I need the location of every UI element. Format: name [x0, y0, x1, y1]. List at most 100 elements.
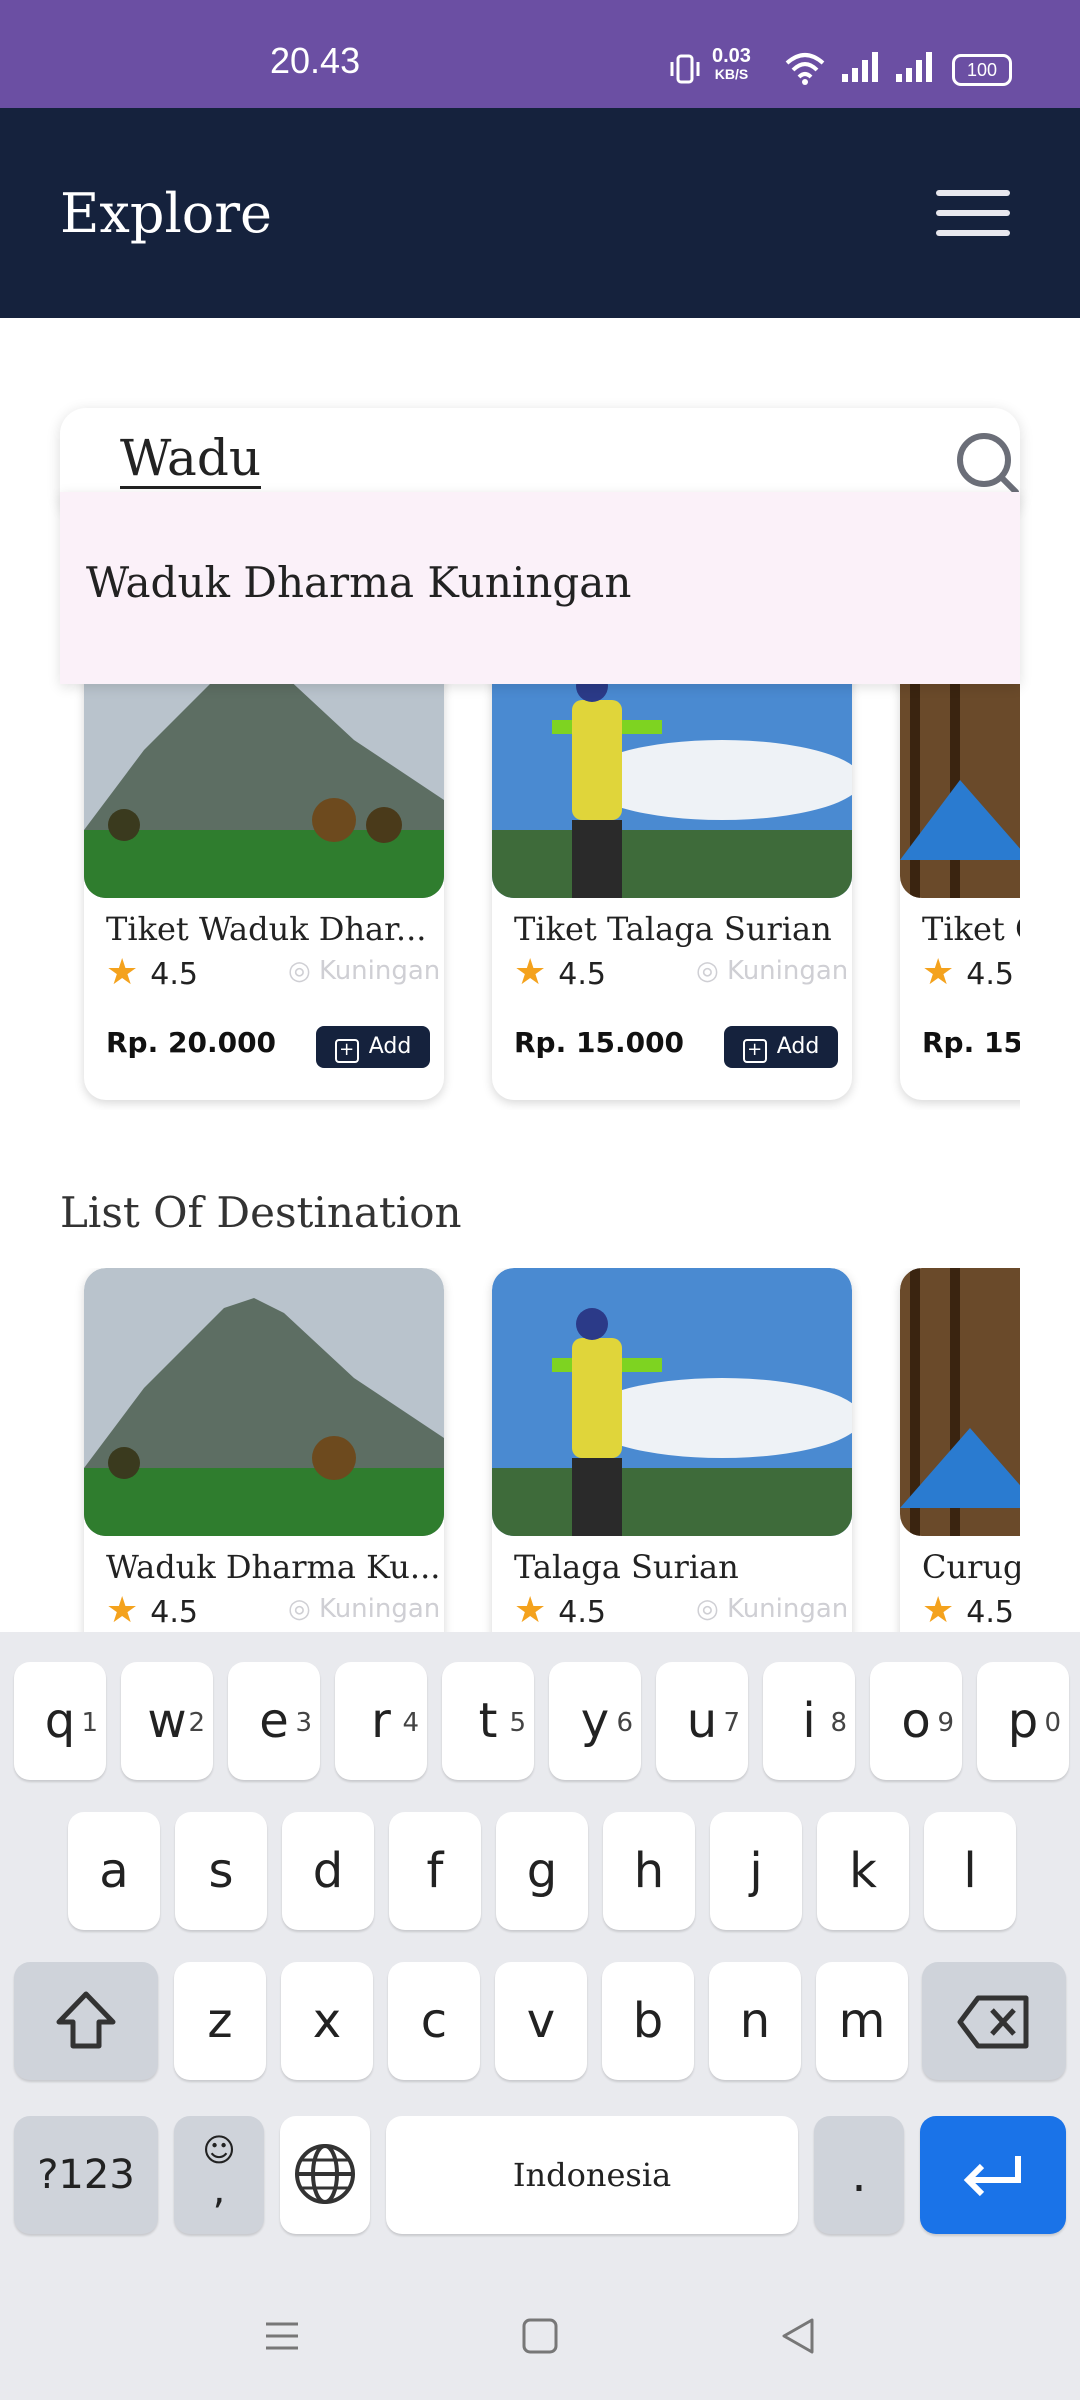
signal-icon-1 [842, 52, 878, 82]
suggestion-item[interactable]: Waduk Dharma Kuningan [86, 558, 631, 607]
network-speed-unit: KB/S [714, 66, 749, 82]
star-icon: ★ [514, 1590, 547, 1631]
destination-name: Waduk Dharma Ku... [106, 1548, 441, 1586]
backspace-key[interactable] [922, 1962, 1066, 2080]
destination-card[interactable]: Talaga Surian ★ 4.5 ◎ Kuningan [492, 1268, 852, 1632]
destination-location: ◎ Kuningan [288, 1594, 440, 1624]
key-o[interactable]: 9o [870, 1662, 962, 1780]
key-hint: 6 [616, 1708, 633, 1738]
search-icon[interactable] [950, 426, 1022, 498]
add-label: Add [776, 1034, 820, 1059]
ticket-location: ◎ Kuningan [288, 956, 440, 986]
key-r[interactable]: 4r [335, 1662, 427, 1780]
add-button[interactable]: + Add [316, 1026, 430, 1068]
destination-card[interactable]: Curug ★ 4.5 [900, 1268, 1020, 1632]
key-v[interactable]: v [495, 1962, 587, 2080]
symbols-key[interactable]: ?123 [14, 2116, 158, 2234]
destination-rating: ★ 4.5 [922, 1590, 1014, 1631]
destination-rating: ★ 4.5 [514, 1590, 606, 1631]
destination-list: Waduk Dharma Ku... ★ 4.5 ◎ Kuningan Talag… [60, 1268, 1020, 1632]
mountain-image [84, 1268, 444, 1536]
page-title: Explore [60, 182, 272, 245]
key-hint: 4 [402, 1708, 419, 1738]
key-p[interactable]: 0p [977, 1662, 1069, 1780]
key-a[interactable]: a [68, 1812, 160, 1930]
app-bar: Explore [0, 108, 1080, 318]
hiker-image [492, 1268, 852, 1536]
ticket-name: Tiket C [922, 910, 1020, 948]
key-z[interactable]: z [174, 1962, 266, 2080]
key-s[interactable]: s [175, 1812, 267, 1930]
rating-value: 4.5 [966, 1595, 1014, 1630]
recent-apps-icon[interactable] [262, 2316, 302, 2356]
destination-name: Curug [922, 1548, 1020, 1586]
key-h[interactable]: h [603, 1812, 695, 1930]
add-label: Add [368, 1034, 412, 1059]
key-f[interactable]: f [389, 1812, 481, 1930]
space-key[interactable]: Indonesia [386, 2116, 798, 2234]
key-c[interactable]: c [388, 1962, 480, 2080]
key-label: p [1007, 1693, 1039, 1749]
language-key[interactable] [280, 2116, 370, 2234]
destination-card[interactable]: Waduk Dharma Ku... ★ 4.5 ◎ Kuningan [84, 1268, 444, 1632]
wifi-icon [785, 53, 825, 85]
location-label: Kuningan [726, 956, 849, 986]
ticket-card[interactable]: Tiket Waduk Dhar... ★ 4.5 ◎ Kuningan Rp. … [84, 630, 444, 1100]
key-x[interactable]: x [281, 1962, 373, 2080]
ticket-price: Rp. 15.000 [514, 1026, 685, 1059]
home-icon[interactable] [520, 2316, 560, 2356]
ticket-list: Tiket Waduk Dhar... ★ 4.5 ◎ Kuningan Rp. … [60, 630, 1020, 1110]
section-title: List Of Destination [60, 1188, 462, 1237]
key-y[interactable]: 6y [549, 1662, 641, 1780]
key-t[interactable]: 5t [442, 1662, 534, 1780]
key-d[interactable]: d [282, 1812, 374, 1930]
backspace-icon [957, 1995, 1029, 2049]
key-q[interactable]: 1q [14, 1662, 106, 1780]
add-button[interactable]: + Add [724, 1026, 838, 1068]
key-hint: 1 [81, 1708, 98, 1738]
key-u[interactable]: 7u [656, 1662, 748, 1780]
key-hint: 7 [723, 1708, 740, 1738]
rating-value: 4.5 [966, 957, 1014, 992]
emoji-icon: ☺ [202, 2131, 236, 2169]
key-n[interactable]: n [709, 1962, 801, 2080]
search-input[interactable]: Wadu [120, 430, 262, 489]
key-k[interactable]: k [817, 1812, 909, 1930]
key-w[interactable]: 2w [121, 1662, 213, 1780]
period-key[interactable]: . [814, 2116, 904, 2234]
comma-label: , [212, 2167, 226, 2213]
network-speed-value: 0.03 [712, 45, 751, 67]
rating-value: 4.5 [558, 1595, 606, 1630]
key-e[interactable]: 3e [228, 1662, 320, 1780]
key-g[interactable]: g [496, 1812, 588, 1930]
ticket-card[interactable]: Tiket C ★ 4.5 Rp. 15.0 [900, 630, 1020, 1100]
ticket-rating: ★ 4.5 [106, 952, 198, 993]
enter-key[interactable] [920, 2116, 1066, 2234]
location-label: Kuningan [318, 1594, 441, 1624]
shift-icon [56, 1991, 116, 2049]
key-label: i [802, 1693, 816, 1749]
key-hint: 2 [188, 1708, 205, 1738]
location-pin-icon: ◎ [288, 956, 311, 986]
key-label: q [44, 1693, 76, 1749]
key-l[interactable]: l [924, 1812, 1016, 1930]
back-icon[interactable] [778, 2316, 818, 2356]
shift-key[interactable] [14, 1962, 158, 2080]
globe-icon [295, 2144, 355, 2204]
search-suggestions: Waduk Dharma Kuningan [60, 492, 1020, 684]
ticket-card[interactable]: Tiket Talaga Surian ★ 4.5 ◎ Kuningan Rp. … [492, 630, 852, 1100]
star-icon: ★ [106, 1590, 139, 1631]
key-m[interactable]: m [816, 1962, 908, 2080]
hamburger-menu-icon[interactable] [936, 186, 1014, 246]
emoji-comma-key[interactable]: ☺ , [174, 2116, 264, 2234]
ticket-rating: ★ 4.5 [514, 952, 606, 993]
star-icon: ★ [106, 952, 139, 993]
key-b[interactable]: b [602, 1962, 694, 2080]
key-label: t [478, 1693, 498, 1749]
key-i[interactable]: 8i [763, 1662, 855, 1780]
rating-value: 4.5 [150, 1595, 198, 1630]
location-pin-icon: ◎ [288, 1594, 311, 1624]
key-j[interactable]: j [710, 1812, 802, 1930]
network-speed: 0.03 KB/S [712, 46, 751, 82]
location-label: Kuningan [726, 1594, 849, 1624]
